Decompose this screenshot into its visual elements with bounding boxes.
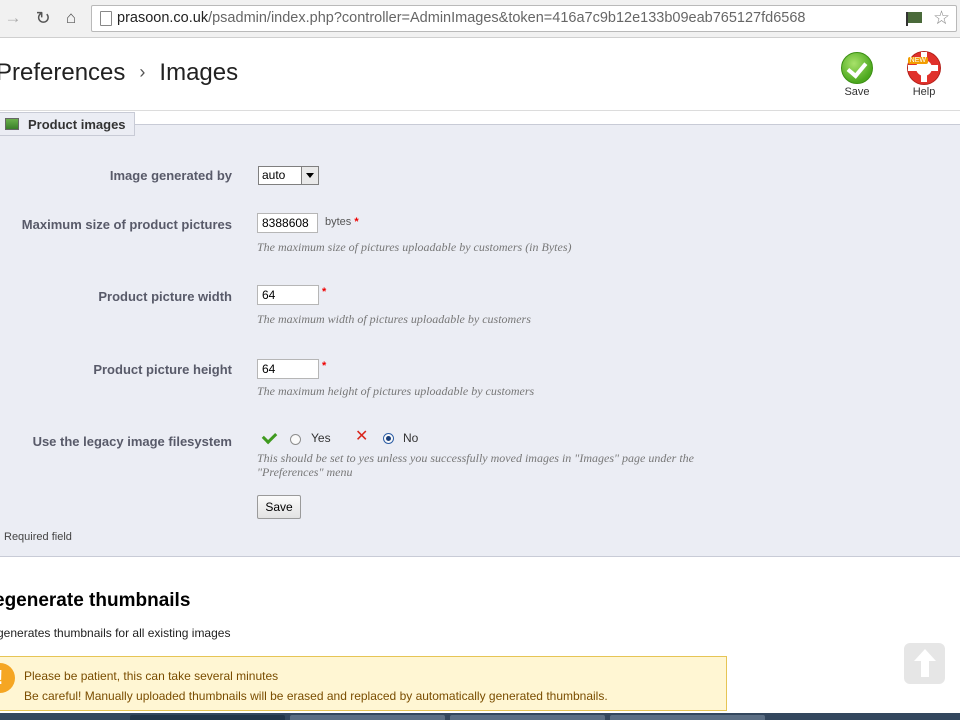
height-label: Product picture height	[93, 362, 232, 377]
taskbar-item[interactable]	[130, 715, 285, 720]
max-size-input[interactable]: 8388608	[257, 213, 318, 233]
cross-icon: ✕	[355, 428, 369, 445]
width-label: Product picture width	[98, 289, 232, 304]
breadcrumb-parent[interactable]: Preferences	[0, 59, 125, 86]
toolbar-help-label: Help	[912, 86, 936, 98]
legacy-no-radio[interactable]	[383, 433, 394, 444]
height-help: The maximum height of pictures uploadabl…	[257, 384, 535, 398]
reload-icon[interactable]: ↻	[33, 8, 53, 28]
max-size-label: Maximum size of product pictures	[21, 217, 232, 232]
legacy-filesystem-label: Use the legacy image filesystem	[32, 434, 232, 449]
new-badge: NEW	[907, 57, 928, 64]
generated-by-value: auto	[262, 168, 286, 182]
url-text[interactable]: prasoon.co.uk/psadmin/index.php?controll…	[117, 10, 805, 26]
image-icon	[5, 118, 19, 130]
fieldset-legend: Product images	[0, 112, 135, 136]
os-taskbar	[0, 713, 960, 720]
required-mark: *	[322, 360, 327, 372]
scroll-to-top-button[interactable]	[904, 643, 945, 684]
dropdown-arrow-icon[interactable]	[301, 167, 318, 184]
warning-line-2: Be careful! Manually uploaded thumbnails…	[24, 689, 608, 703]
legacy-yes-label[interactable]: Yes	[311, 431, 331, 445]
breadcrumb: Preferences › Images	[0, 59, 238, 87]
toolbar-save-label: Save	[844, 86, 870, 98]
checkmark-icon	[841, 52, 873, 84]
max-size-help: The maximum size of pictures uploadable …	[257, 240, 572, 254]
warning-line-1: Please be patient, this can take several…	[24, 669, 279, 683]
taskbar-item[interactable]	[610, 715, 765, 720]
lifebuoy-icon: NEW	[907, 52, 940, 84]
required-mark: *	[354, 216, 359, 228]
home-icon[interactable]: ⌂	[61, 8, 81, 28]
regenerate-description: generates thumbnails for all existing im…	[0, 626, 231, 640]
legacy-yes-radio[interactable]	[290, 434, 301, 445]
required-field-note: Required field	[4, 531, 72, 543]
toolbar-save-button[interactable]: Save	[833, 52, 881, 98]
product-images-fieldset	[0, 124, 960, 557]
height-input[interactable]: 64	[257, 359, 319, 379]
max-size-unit: bytes *	[325, 216, 359, 228]
save-button[interactable]: Save	[257, 495, 301, 519]
regenerate-title: egenerate thumbnails	[0, 590, 191, 611]
page-icon	[100, 11, 112, 26]
legacy-no-label[interactable]: No	[403, 431, 418, 445]
generated-by-select[interactable]: auto	[258, 166, 319, 185]
forward-arrow-icon[interactable]: →	[3, 8, 23, 28]
bookmark-star-icon[interactable]: ☆	[933, 7, 950, 30]
address-bar[interactable]: prasoon.co.uk/psadmin/index.php?controll…	[91, 5, 957, 32]
taskbar-item[interactable]	[450, 715, 605, 720]
breadcrumb-separator: ›	[139, 62, 146, 82]
flag-icon[interactable]	[904, 11, 924, 26]
toolbar-help-button[interactable]: NEW Help	[900, 52, 948, 98]
legacy-help: This should be set to yes unless you suc…	[257, 451, 695, 479]
warning-box: ! Please be patient, this can take sever…	[0, 656, 727, 711]
generated-by-label: Image generated by	[109, 168, 232, 183]
breadcrumb-current: Images	[159, 59, 239, 86]
width-help: The maximum width of pictures uploadable…	[257, 312, 531, 326]
warning-icon: !	[0, 663, 15, 693]
required-mark: *	[322, 286, 327, 298]
width-input[interactable]: 64	[257, 285, 319, 305]
page-header: Preferences › Images Save NEW Help	[0, 38, 960, 111]
taskbar-item[interactable]	[290, 715, 445, 720]
browser-toolbar: → ↻ ⌂ prasoon.co.uk/psadmin/index.php?co…	[0, 0, 960, 38]
legend-text: Product images	[28, 117, 126, 132]
